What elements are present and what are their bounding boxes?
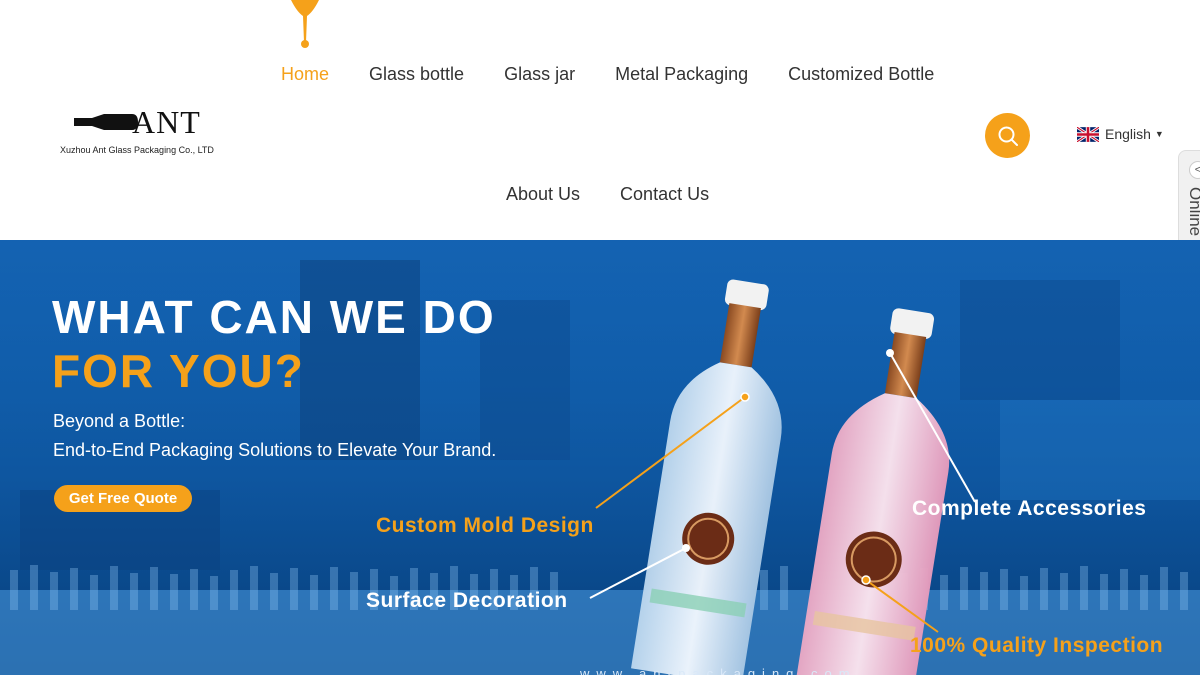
callout-quality-inspection: 100% Quality Inspection [910, 634, 1164, 657]
caret-down-icon: ▼ [1154, 129, 1164, 139]
logo-company-name: Xuzhou Ant Glass Packaging Co., LTD [60, 145, 214, 155]
nav-about-us[interactable]: About Us [506, 184, 580, 205]
hero-headline-line1: WHAT CAN WE DO [52, 291, 496, 343]
search-button[interactable] [985, 113, 1030, 158]
hero-headline-line2: FOR YOU? [52, 345, 305, 397]
callout-complete-accessories: Complete Accessories [912, 497, 1147, 520]
logo-wordmark: ANT [132, 104, 201, 140]
search-icon [998, 126, 1018, 146]
nav-glass-jar[interactable]: Glass jar [504, 64, 575, 85]
callout-custom-mold-design: Custom Mold Design [376, 514, 594, 537]
hero-subtitle-line1: Beyond a Bottle: [53, 411, 186, 431]
nav-contact-us[interactable]: Contact Us [620, 184, 709, 205]
drip-decoration-icon [291, 0, 319, 48]
hero-banner: WHAT CAN WE DO FOR YOU? Beyond a Bottle:… [0, 240, 1200, 675]
nav-customized-bottle[interactable]: Customized Bottle [788, 64, 934, 85]
hero-watermark: www.antpackaging.com [580, 666, 857, 675]
nav-glass-bottle[interactable]: Glass bottle [369, 64, 464, 85]
language-selector[interactable]: English ▼ [1077, 126, 1164, 142]
main-nav-row2: About Us Contact Us [506, 184, 749, 205]
nav-metal-packaging[interactable]: Metal Packaging [615, 64, 748, 85]
nav-home[interactable]: Home [281, 64, 329, 85]
callout-surface-decoration: Surface Decoration [366, 589, 568, 612]
chevron-left-icon: < [1189, 161, 1200, 179]
main-nav-row1: Home Glass bottle Glass jar Metal Packag… [281, 64, 974, 85]
site-header: ANT Xuzhou Ant Glass Packaging Co., LTD … [0, 0, 1200, 342]
language-label: English [1105, 126, 1151, 142]
get-free-quote-button[interactable]: Get Free Quote [54, 485, 192, 512]
company-logo[interactable]: ANT Xuzhou Ant Glass Packaging Co., LTD [60, 104, 230, 160]
hero-subtitle-line2: End-to-End Packaging Solutions to Elevat… [53, 440, 497, 460]
uk-flag-icon [1077, 126, 1099, 142]
